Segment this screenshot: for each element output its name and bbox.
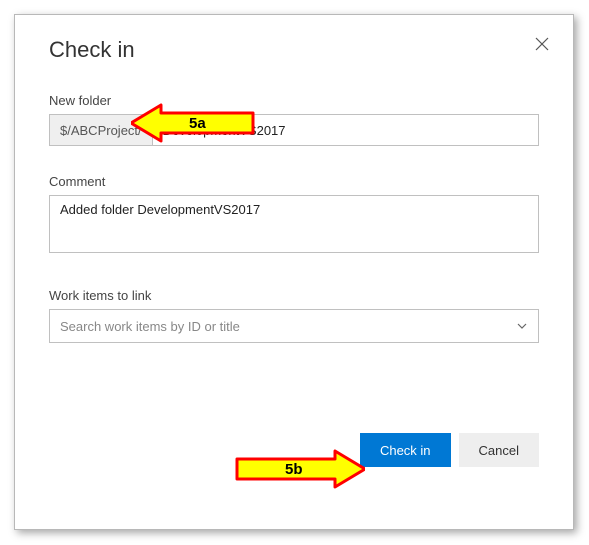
checkin-button[interactable]: Check in — [360, 433, 451, 467]
checkin-dialog: Check in New folder $/ABCProject/ Commen… — [14, 14, 574, 530]
workitems-dropdown[interactable]: Search work items by ID or title — [49, 309, 539, 343]
comment-input[interactable] — [49, 195, 539, 253]
close-button[interactable] — [535, 35, 549, 56]
cancel-button[interactable]: Cancel — [459, 433, 539, 467]
dialog-title: Check in — [49, 37, 539, 63]
dialog-button-row: Check in Cancel — [49, 433, 539, 467]
folder-path-prefix: $/ABCProject/ — [50, 115, 153, 145]
folder-name-input[interactable] — [153, 115, 538, 145]
chevron-down-icon — [516, 320, 528, 332]
comment-label: Comment — [49, 174, 539, 189]
new-folder-label: New folder — [49, 93, 539, 108]
workitems-label: Work items to link — [49, 288, 539, 303]
folder-path-row: $/ABCProject/ — [49, 114, 539, 146]
workitems-placeholder: Search work items by ID or title — [60, 319, 240, 334]
close-icon — [535, 37, 549, 51]
